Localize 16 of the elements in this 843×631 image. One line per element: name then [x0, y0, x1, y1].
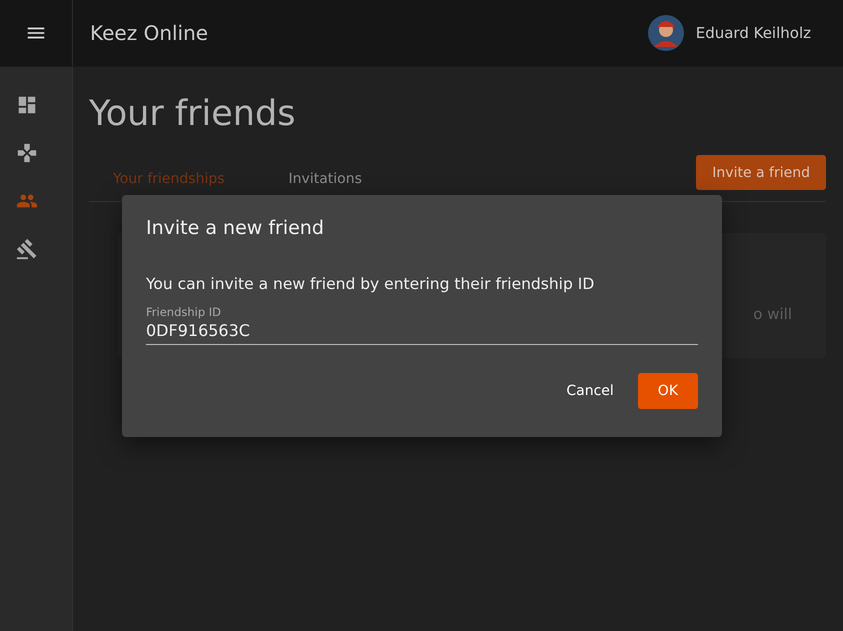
input-field[interactable]: 0DF916563C [146, 319, 698, 345]
games-icon [16, 142, 38, 164]
field-label: Friendship ID [146, 305, 222, 319]
app-title: Keez Online [90, 21, 210, 45]
avatar [648, 15, 684, 51]
dialog-message: You can invite a new friend by entering their friendship ID [146, 275, 596, 293]
dialog-title: Invite a new friend [146, 217, 325, 239]
card-text: o will [753, 305, 792, 325]
user-name[interactable]: Eduard Keilholz [696, 24, 811, 42]
ok-button[interactable]: OK [638, 373, 698, 409]
dashboard-icon [16, 94, 38, 116]
page-title: Your friends [89, 93, 296, 135]
tab[interactable]: Invitations [264, 171, 386, 201]
invite-button[interactable]: Invite a friend [696, 155, 826, 190]
cancel-button[interactable]: Cancel [558, 373, 622, 409]
gavel-icon [16, 238, 38, 260]
